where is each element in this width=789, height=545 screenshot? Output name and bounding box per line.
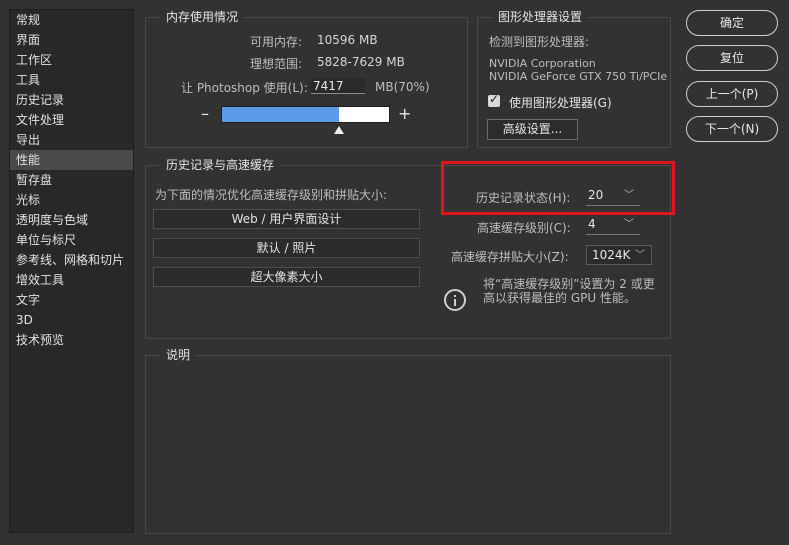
memory-slider-thumb[interactable] [334, 126, 345, 134]
memory-usage-fill [222, 107, 339, 122]
history-cache-title: 历史记录与高速缓存 [160, 157, 281, 173]
memory-usage-slider[interactable] [221, 106, 390, 123]
sidebar-item[interactable]: 暂存盘 [10, 170, 133, 190]
previous-button[interactable]: 上一个(P) [686, 81, 778, 107]
cache-levels-value: 4 [588, 217, 596, 231]
sidebar-item[interactable]: 参考线、网格和切片 [10, 250, 133, 270]
sidebar-item[interactable]: 界面 [10, 30, 133, 50]
available-memory-value: 10596 MB [317, 33, 378, 47]
sidebar-item[interactable]: 增效工具 [10, 270, 133, 290]
sidebar-item[interactable]: 工具 [10, 70, 133, 90]
gpu-vendor: NVIDIA Corporation [489, 57, 596, 70]
memory-unit-label: MB(70%) [375, 80, 430, 94]
advanced-settings-button[interactable]: 高级设置... [487, 119, 578, 140]
sidebar-item[interactable]: 文件处理 [10, 110, 133, 130]
info-icon [444, 289, 466, 311]
available-memory-label: 可用内存: [250, 35, 303, 49]
cache-tile-size-label: 高速缓存拼贴大小(Z): [451, 250, 569, 264]
cache-tile-size-dropdown[interactable]: 1024K ﹀ [586, 245, 652, 265]
sidebar-item[interactable]: 文字 [10, 290, 133, 310]
decrease-memory-button[interactable]: – [201, 104, 209, 123]
memory-usage-input[interactable] [311, 78, 365, 94]
sidebar-item[interactable]: 性能 [10, 150, 133, 170]
increase-memory-button[interactable]: + [398, 104, 411, 123]
sidebar-item[interactable]: 历史记录 [10, 90, 133, 110]
cache-levels-dropdown[interactable]: 4 ﹀ [586, 215, 640, 235]
reset-button[interactable]: 复位 [686, 45, 778, 71]
sidebar-item[interactable]: 光标 [10, 190, 133, 210]
use-gpu-label: 使用图形处理器(G) [509, 96, 612, 110]
sidebar-item[interactable]: 导出 [10, 130, 133, 150]
chevron-down-icon: ﹀ [635, 250, 645, 261]
sidebar-item[interactable]: 常规 [10, 10, 133, 30]
use-gpu-checkbox[interactable]: ✓ [488, 92, 500, 107]
preset-huge-pixel-button[interactable]: 超大像素大小 [153, 267, 420, 287]
chevron-down-icon: ﹀ [624, 219, 634, 230]
ideal-range-label: 理想范围: [250, 57, 303, 71]
sidebar-item[interactable]: 3D [10, 310, 133, 330]
sidebar-item[interactable]: 透明度与色域 [10, 210, 133, 230]
highlight-box [441, 161, 675, 215]
sidebar-item[interactable]: 技术预览 [10, 330, 133, 350]
gpu-model: NVIDIA GeForce GTX 750 Ti/PCIe [489, 70, 668, 83]
next-button[interactable]: 下一个(N) [686, 116, 778, 142]
gpu-detected-label: 检测到图形处理器: [489, 35, 590, 49]
checkmark-icon: ✓ [489, 92, 500, 106]
ok-button[interactable]: 确定 [686, 10, 778, 36]
optimize-cache-label: 为下面的情况优化高速缓存级别和拼贴大小: [155, 188, 388, 202]
preset-web-ui-button[interactable]: Web / 用户界面设计 [153, 209, 420, 229]
sidebar-item[interactable]: 工作区 [10, 50, 133, 70]
preset-default-photo-button[interactable]: 默认 / 照片 [153, 238, 420, 258]
preferences-sidebar: 常规 界面 工作区 工具 历史记录 文件处理 导出 性能 暂存盘 光标 透明度与色域 单位与标尺 参考线… [9, 9, 134, 533]
sidebar-item[interactable]: 单位与标尺 [10, 230, 133, 250]
gpu-settings-title: 图形处理器设置 [492, 9, 589, 25]
let-photoshop-use-label: 让 Photoshop 使用(L): [181, 81, 308, 95]
cache-levels-label: 高速缓存级别(C): [477, 221, 571, 235]
ideal-range-value: 5828-7629 MB [317, 55, 405, 69]
gpu-tip-line2: 高以获得最佳的 GPU 性能。 [483, 291, 636, 305]
memory-usage-title: 内存使用情况 [160, 9, 245, 25]
cache-tile-size-value: 1024K [592, 248, 631, 262]
description-title: 说明 [160, 347, 197, 363]
description-group: 说明 [145, 347, 671, 534]
